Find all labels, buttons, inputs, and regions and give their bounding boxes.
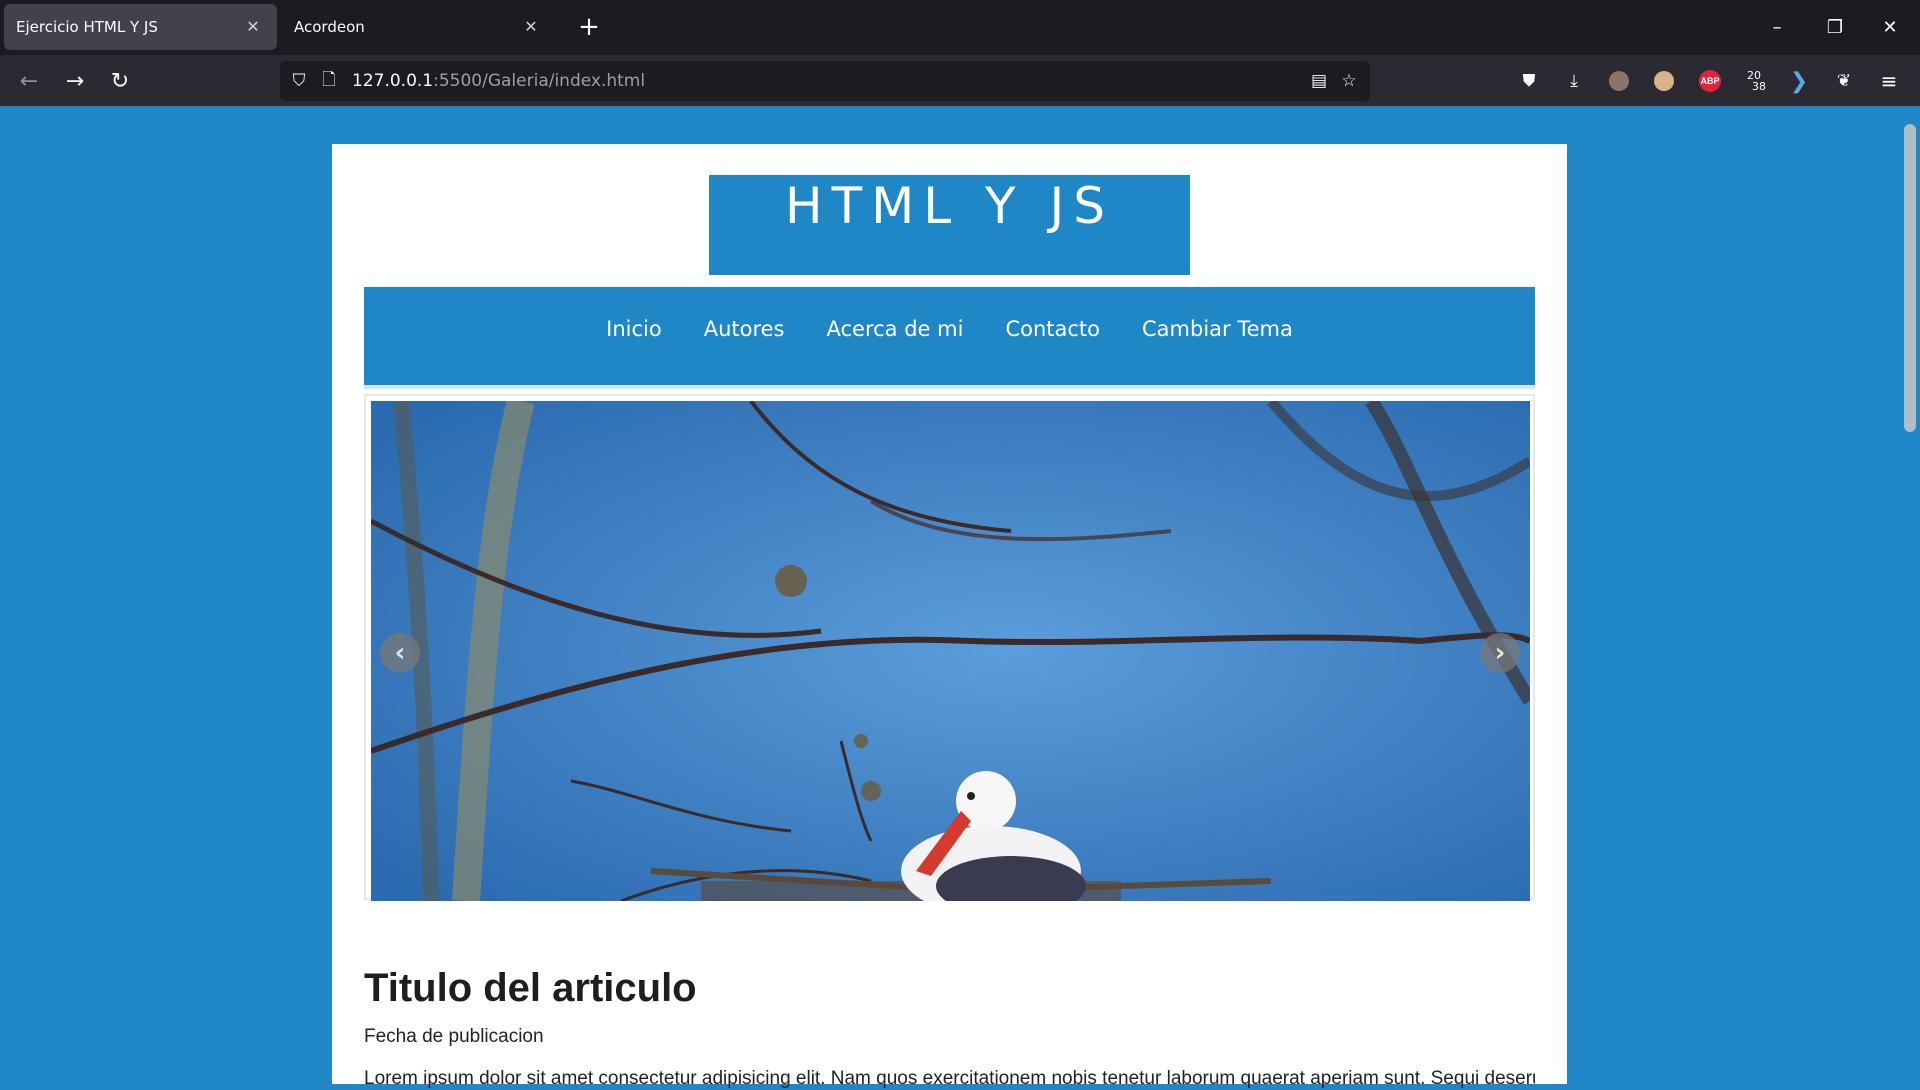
image-carousel: ‹ ›: [364, 394, 1535, 901]
restore-icon[interactable]: ❐: [1815, 10, 1855, 44]
minimize-icon[interactable]: –: [1757, 10, 1797, 44]
url-text[interactable]: 127.0.0.1:5500/Galeria/index.html: [344, 71, 1304, 91]
tab-title: Acordeon: [294, 18, 365, 36]
url-host: 127.0.0.1: [352, 71, 434, 91]
close-tab-icon[interactable]: ✕: [519, 15, 543, 39]
extension-20-38-icon[interactable]: 20 38: [1740, 67, 1768, 95]
browser-toolbar: ← → ↻ ⛉ 🗋 127.0.0.1:5500/Galeria/index.h…: [0, 55, 1920, 106]
ext-label-bottom: 38: [1752, 80, 1766, 93]
page-icon[interactable]: 🗋: [314, 66, 344, 96]
site-logo-text: HTML Y JS: [785, 177, 1114, 235]
url-path: :5500/Galeria/index.html: [433, 71, 646, 91]
menu-item-inicio[interactable]: Inicio: [585, 317, 683, 341]
carousel-next-button[interactable]: ›: [1480, 633, 1520, 673]
page-container: HTML Y JS Inicio Autores Acerca de mi Co…: [332, 144, 1567, 1089]
reload-icon[interactable]: ↻: [103, 64, 137, 98]
close-tab-icon[interactable]: ✕: [241, 15, 265, 39]
main-menu: Inicio Autores Acerca de mi Contacto Cam…: [364, 287, 1535, 389]
article-title: Titulo del articulo: [364, 966, 697, 1010]
address-bar[interactable]: ⛉ 🗋 127.0.0.1:5500/Galeria/index.html ▤ …: [280, 61, 1370, 101]
tab-title: Ejercicio HTML Y JS: [16, 18, 158, 36]
tab-acordeon[interactable]: Acordeon ✕: [282, 4, 555, 50]
bookmark-star-icon[interactable]: ☆: [1334, 66, 1364, 96]
download-icon[interactable]: ⤓: [1560, 67, 1588, 95]
tab-ejercicio[interactable]: Ejercicio HTML Y JS ✕: [4, 4, 277, 50]
article-body: Lorem ipsum dolor sit amet consectetur a…: [364, 1068, 1535, 1089]
chevron-right-icon: ›: [1494, 638, 1506, 668]
pocket-icon[interactable]: ⛊: [1515, 67, 1543, 95]
forward-icon[interactable]: →: [58, 64, 92, 98]
menu-item-contacto[interactable]: Contacto: [984, 317, 1121, 341]
site-logo: HTML Y JS: [709, 175, 1190, 275]
carousel-slide-image: [371, 401, 1530, 901]
article-date: Fecha de publicacion: [364, 1026, 544, 1047]
extension-bird-icon[interactable]: ❦: [1830, 67, 1858, 95]
shield-icon[interactable]: ⛉: [284, 66, 314, 96]
close-window-icon[interactable]: ✕: [1870, 10, 1910, 44]
menu-icon[interactable]: ≡: [1875, 67, 1903, 95]
extension-icon[interactable]: [1650, 67, 1678, 95]
menu-item-autores[interactable]: Autores: [683, 317, 806, 341]
account-icon[interactable]: [1605, 67, 1633, 95]
chevron-left-icon: ‹: [394, 638, 406, 668]
page-scrollbar[interactable]: [1904, 124, 1916, 432]
reader-view-icon[interactable]: ▤: [1304, 66, 1334, 96]
menu-item-acerca[interactable]: Acerca de mi: [806, 317, 985, 341]
adblock-label: ABP: [1699, 70, 1721, 92]
menu-item-cambiar-tema[interactable]: Cambiar Tema: [1121, 317, 1314, 341]
stork-branches-photo: [371, 401, 1530, 901]
carousel-prev-button[interactable]: ‹: [380, 633, 420, 673]
browser-tab-bar: Ejercicio HTML Y JS ✕ Acordeon ✕ + – ❐ ✕: [0, 0, 1920, 55]
extension-arrow-icon[interactable]: ❯: [1785, 67, 1813, 95]
back-icon[interactable]: ←: [12, 64, 46, 98]
adblock-icon[interactable]: ABP: [1696, 67, 1724, 95]
new-tab-icon[interactable]: +: [574, 12, 604, 42]
